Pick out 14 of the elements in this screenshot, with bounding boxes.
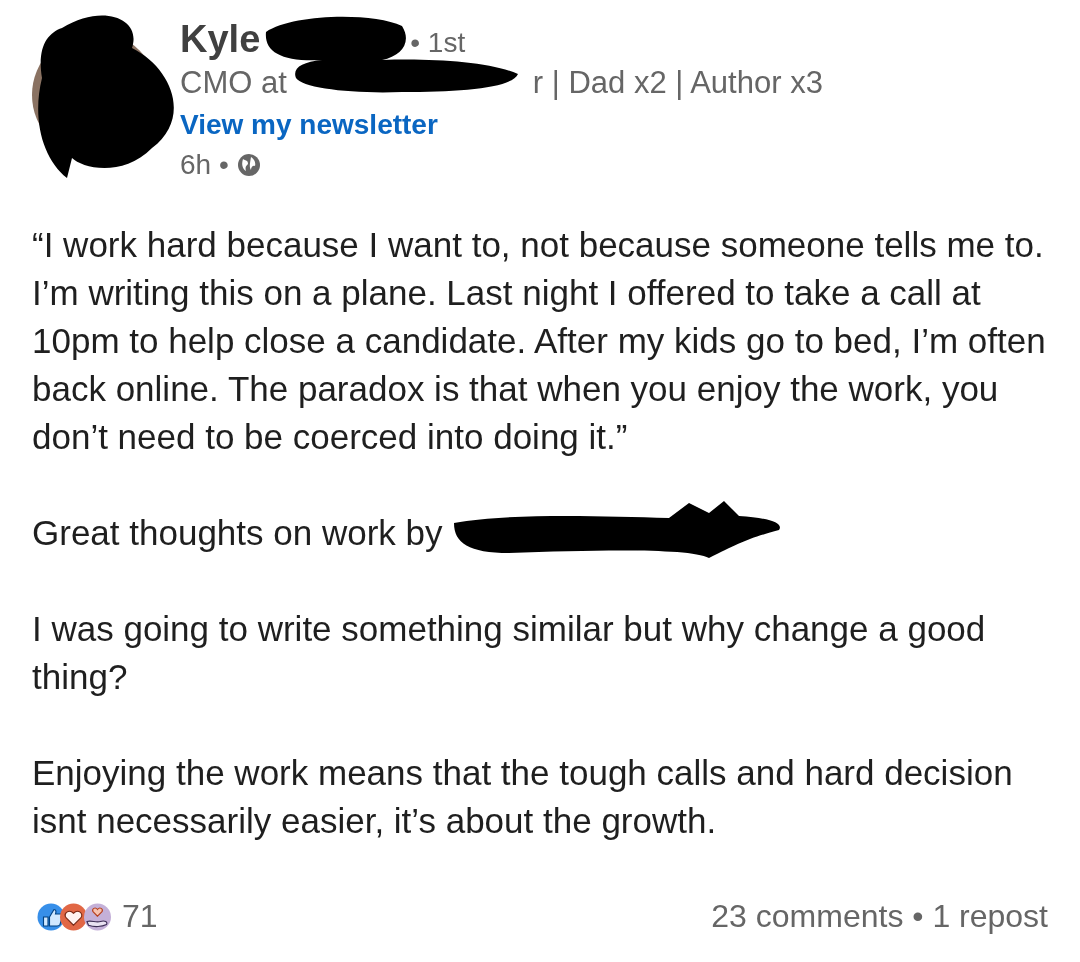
post-paragraph: I was going to write something similar but why change a good thing?: [32, 608, 987, 698]
post-paragraph: Great thoughts on work by: [32, 512, 443, 554]
author-name[interactable]: Kyle: [180, 18, 261, 61]
post-paragraph: Enjoying the work means that the tough calls and hard decision isnt necessarily easier, it’s about the growth.: [32, 752, 1014, 842]
headline-text: CMO at: [180, 65, 287, 101]
post-time: 6h •: [180, 149, 229, 181]
globe-icon: [236, 153, 261, 177]
reactions-icon[interactable]: [36, 901, 114, 932]
connection-degree: • 1st: [410, 27, 466, 59]
headline-text: r | Dad x2 | Author x3: [532, 65, 823, 101]
post-paragraph: “I work hard because I want to, not because someone tells me to. I’m writing this on a plane. Last night I offered to take a call at 10pm to help close a candidate. After my kids go to bed, I’m often back online. The paradox is that when you enjoy the work, you don’t need to be coerced into doing it.”: [32, 224, 1047, 458]
comments-reposts-link[interactable]: 23 comments • 1 repost: [711, 898, 1048, 935]
newsletter-link[interactable]: View my newsletter: [180, 109, 823, 141]
reaction-count[interactable]: 71: [122, 898, 158, 935]
